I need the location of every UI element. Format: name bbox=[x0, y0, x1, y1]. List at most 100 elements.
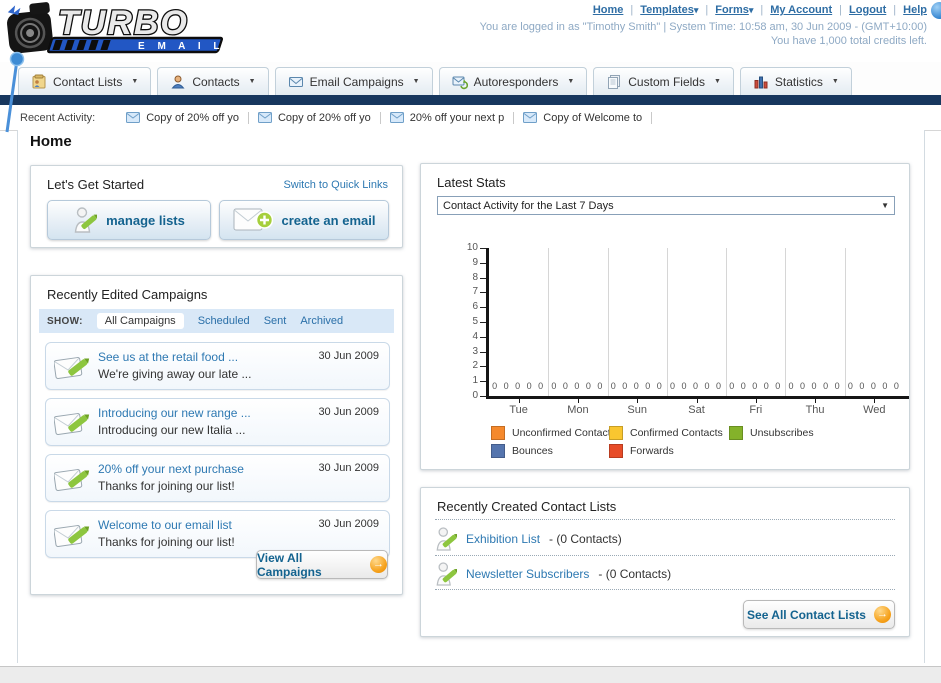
contact-list-name-link[interactable]: Newsletter Subscribers bbox=[466, 567, 589, 581]
view-all-campaigns-button[interactable]: View All Campaigns → bbox=[256, 550, 388, 579]
help-bubble-icon[interactable] bbox=[931, 2, 941, 19]
top-nav-link[interactable]: Help bbox=[903, 4, 927, 16]
campaign-row[interactable]: 20% off your next purchase Thanks for jo… bbox=[45, 454, 390, 502]
chevron-down-icon: ▼ bbox=[881, 201, 889, 210]
campaign-filter[interactable]: Archived bbox=[300, 315, 343, 327]
contact-lists-icon bbox=[31, 74, 47, 90]
legend-label: Forwards bbox=[630, 445, 674, 457]
turbo-email-logo: TURBO E M A I L bbox=[6, 2, 276, 60]
see-all-contact-lists-button[interactable]: See All Contact Lists → bbox=[743, 600, 895, 629]
contact-activity-chart: 0 1 2 3 4 5 6 7 8 9 10 0 0 0 0 0 Tue 0 0 0 0 0 Mon 0 0 … bbox=[421, 242, 911, 468]
switch-to-quick-links-link[interactable]: Switch to Quick Links bbox=[283, 179, 388, 191]
dotted-divider bbox=[435, 519, 895, 520]
data-value-labels: 0 0 0 0 0 bbox=[788, 381, 842, 391]
pointer-pin-decoration bbox=[5, 51, 25, 133]
top-navigation: Home Templates Forms My Account Logout bbox=[593, 4, 927, 16]
x-axis-tick-label: Fri bbox=[749, 404, 763, 416]
header: TURBO E M A I L Home Temp bbox=[0, 0, 941, 62]
main-tab[interactable]: Contact Lists bbox=[18, 67, 152, 95]
gridline bbox=[666, 248, 668, 396]
envelope-pencil-icon bbox=[54, 351, 92, 381]
top-nav-link[interactable]: Templates bbox=[640, 4, 715, 16]
arrow-circle-icon: → bbox=[873, 606, 891, 623]
person-pencil-icon bbox=[73, 206, 97, 234]
y-axis-tick-label: 1 bbox=[472, 375, 478, 387]
data-value-labels: 0 0 0 0 0 bbox=[610, 381, 664, 391]
main-tab-label: Email Campaigns bbox=[309, 74, 404, 89]
top-nav-link[interactable]: Logout bbox=[849, 4, 903, 16]
create-an-email-button[interactable]: create an email bbox=[219, 200, 389, 240]
main-tab[interactable]: Contacts bbox=[157, 67, 269, 95]
campaign-title-link[interactable]: See us at the retail food ... bbox=[98, 350, 238, 364]
stats-report-dropdown-value: Contact Activity for the Last 7 Days bbox=[443, 199, 614, 212]
top-nav-link[interactable]: Home bbox=[593, 4, 640, 16]
main-tab-label: Autoresponders bbox=[473, 74, 559, 89]
logo-text-line1: TURBO bbox=[58, 4, 189, 42]
autoresponders-icon bbox=[452, 74, 468, 90]
recent-activity-item[interactable]: Copy of Welcome to bbox=[514, 111, 653, 124]
legend-item: Unconfirmed Contacts bbox=[491, 426, 616, 440]
recent-activity-items: Copy of 20% off yo Copy of 20% off yo 20… bbox=[117, 111, 653, 124]
recent-activity-item[interactable]: Copy of 20% off yo bbox=[117, 111, 249, 124]
manage-lists-button[interactable]: manage lists bbox=[47, 200, 211, 240]
contact-list-name-link[interactable]: Exhibition List bbox=[466, 532, 540, 546]
y-axis-tick-label: 2 bbox=[472, 360, 478, 372]
envelope-pencil-icon bbox=[54, 519, 92, 549]
gridline bbox=[607, 248, 609, 396]
statistics-icon bbox=[753, 74, 769, 90]
recent-activity-bar: Recent Activity: Copy of 20% off yo Copy… bbox=[0, 105, 941, 131]
contact-list-item[interactable]: Exhibition List - (0 Contacts) bbox=[435, 526, 622, 552]
contact-lists-panel-title: Recently Created Contact Lists bbox=[437, 499, 617, 514]
data-value-labels: 0 0 0 0 0 bbox=[492, 381, 546, 391]
contact-list-item[interactable]: Newsletter Subscribers - (0 Contacts) bbox=[435, 561, 671, 587]
y-axis-tick-label: 8 bbox=[472, 271, 478, 283]
main-tab[interactable]: Autoresponders bbox=[438, 67, 588, 95]
campaign-title-link[interactable]: Introducing our new range ... bbox=[98, 406, 251, 420]
campaign-row[interactable]: Introducing our new range ... Introducin… bbox=[45, 398, 390, 446]
campaign-title-link[interactable]: Welcome to our email list bbox=[98, 518, 232, 532]
x-axis-tick bbox=[637, 399, 639, 403]
x-axis-tick-label: Tue bbox=[509, 404, 528, 416]
campaign-title-link[interactable]: 20% off your next purchase bbox=[98, 462, 244, 476]
main-tab-label: Custom Fields bbox=[628, 74, 705, 89]
campaign-filter[interactable]: All Campaigns bbox=[96, 313, 184, 329]
stats-report-dropdown[interactable]: Contact Activity for the Last 7 Days ▼ bbox=[437, 196, 895, 215]
campaign-row[interactable]: See us at the retail food ... We're givi… bbox=[45, 342, 390, 390]
recent-activity-item[interactable]: 20% off your next p bbox=[381, 111, 515, 124]
top-nav-link-label: My Account bbox=[770, 4, 833, 16]
main-tab-bar: Contact Lists Contacts Email Campaigns A… bbox=[0, 62, 941, 95]
main-tab[interactable]: Statistics bbox=[739, 67, 852, 95]
campaign-date: 30 Jun 2009 bbox=[318, 518, 379, 530]
create-email-button-label: create an email bbox=[281, 212, 376, 228]
top-nav-link-label: Templates bbox=[640, 4, 698, 16]
recent-activity-item[interactable]: Copy of 20% off yo bbox=[249, 111, 381, 124]
y-axis-tick-label: 10 bbox=[466, 242, 478, 253]
x-axis-tick bbox=[815, 399, 817, 403]
page-title: Home bbox=[30, 133, 72, 150]
gridline bbox=[844, 248, 846, 396]
legend-item: Confirmed Contacts bbox=[609, 426, 723, 440]
recently-created-contact-lists-panel: Recently Created Contact Lists Exhibitio… bbox=[420, 487, 910, 637]
campaign-filter[interactable]: Scheduled bbox=[198, 315, 250, 327]
campaign-subtitle: We're giving away our late ... bbox=[98, 367, 252, 381]
main-tab[interactable]: Custom Fields bbox=[593, 67, 734, 95]
y-axis-tick-label: 7 bbox=[472, 286, 478, 298]
x-axis-tick-label: Wed bbox=[863, 404, 886, 416]
top-nav-link[interactable]: My Account bbox=[770, 4, 849, 16]
dotted-divider bbox=[435, 555, 895, 556]
latest-stats-title: Latest Stats bbox=[437, 175, 506, 190]
get-started-panel: Let's Get Started Switch to Quick Links … bbox=[30, 165, 403, 248]
main-tab-label: Contact Lists bbox=[53, 74, 123, 89]
legend-label: Confirmed Contacts bbox=[630, 427, 723, 439]
view-all-campaigns-label: View All Campaigns bbox=[257, 550, 322, 579]
navy-divider-bar bbox=[0, 95, 941, 105]
x-axis-tick bbox=[874, 399, 876, 403]
top-nav-link[interactable]: Forms bbox=[715, 4, 770, 16]
data-value-labels: 0 0 0 0 0 bbox=[669, 381, 724, 391]
gridline bbox=[726, 248, 728, 396]
recent-activity-item-label: Copy of 20% off yo bbox=[277, 111, 371, 124]
manage-lists-button-label: manage lists bbox=[106, 212, 185, 228]
campaign-filter[interactable]: Sent bbox=[264, 315, 287, 327]
main-tab[interactable]: Email Campaigns bbox=[274, 67, 433, 95]
mail-icon bbox=[523, 112, 537, 123]
